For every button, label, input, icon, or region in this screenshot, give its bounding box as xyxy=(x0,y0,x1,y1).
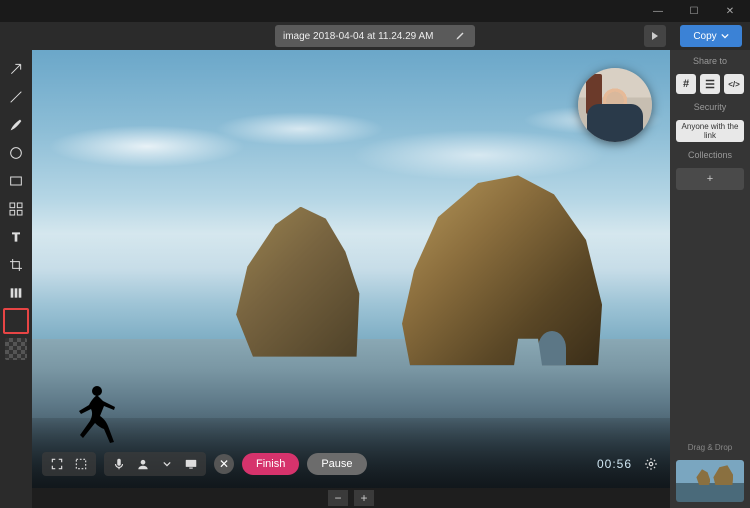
titlebar: — ☐ ✕ xyxy=(0,0,750,22)
filename-field[interactable]: image 2018-04-04 at 11.24.29 AM xyxy=(275,25,475,47)
zoom-out-button[interactable]: − xyxy=(328,490,348,506)
canvas[interactable]: ✕ Finish Pause 00:56 xyxy=(32,50,670,488)
fullscreen-icon[interactable] xyxy=(48,455,66,473)
security-button[interactable]: Anyone with the link xyxy=(676,120,744,142)
rectangle-tool[interactable] xyxy=(3,168,29,194)
blur-tool[interactable] xyxy=(3,196,29,222)
filename-text: image 2018-04-04 at 11.24.29 AM xyxy=(283,31,433,42)
crop-tool[interactable] xyxy=(3,252,29,278)
brush-tool[interactable] xyxy=(3,112,29,138)
mic-icon[interactable] xyxy=(110,455,128,473)
close-recorder-button[interactable]: ✕ xyxy=(214,454,234,474)
copy-button[interactable]: Copy xyxy=(680,25,742,47)
zoom-bar: − + xyxy=(32,488,670,508)
add-collection-button[interactable]: + xyxy=(676,168,744,190)
share-trello[interactable]: ☰ xyxy=(700,74,720,94)
finish-button[interactable]: Finish xyxy=(242,453,299,475)
share-embed[interactable]: </> xyxy=(724,74,744,94)
text-tool[interactable] xyxy=(3,224,29,250)
rec-tools-left xyxy=(42,452,96,476)
copy-label: Copy xyxy=(693,31,716,42)
play-button[interactable] xyxy=(644,25,666,47)
zoom-in-button[interactable]: + xyxy=(354,490,374,506)
toolbar xyxy=(0,50,32,508)
collections-label: Collections xyxy=(688,150,732,160)
pause-button[interactable]: Pause xyxy=(307,453,366,475)
close-button[interactable]: ✕ xyxy=(714,1,746,21)
rec-tools-mid xyxy=(104,452,206,476)
thumbnail[interactable] xyxy=(676,460,744,502)
dragdrop-label: Drag & Drop xyxy=(688,443,732,452)
share-row: # ☰ </> xyxy=(676,74,744,94)
minimize-button[interactable]: — xyxy=(642,1,674,21)
line-tool[interactable] xyxy=(3,84,29,110)
canvas-area: ✕ Finish Pause 00:56 − + xyxy=(32,50,670,508)
sidebar: Share to # ☰ </> Security Anyone with th… xyxy=(670,50,750,508)
header-bar: image 2018-04-04 at 11.24.29 AM Copy xyxy=(0,22,750,50)
recording-bar: ✕ Finish Pause 00:56 xyxy=(32,446,670,482)
arrow-tool[interactable] xyxy=(3,56,29,82)
maximize-button[interactable]: ☐ xyxy=(678,1,710,21)
security-label: Security xyxy=(694,102,727,112)
webcam-overlay[interactable] xyxy=(578,68,652,142)
share-slack[interactable]: # xyxy=(676,74,696,94)
ellipse-tool[interactable] xyxy=(3,140,29,166)
region-icon[interactable] xyxy=(72,455,90,473)
transparency-tool[interactable] xyxy=(5,338,27,360)
runner-silhouette xyxy=(67,383,121,450)
share-label: Share to xyxy=(693,56,727,66)
pencil-icon[interactable] xyxy=(455,29,467,44)
chevron-down-icon[interactable] xyxy=(158,455,176,473)
color-swatch[interactable] xyxy=(3,308,29,334)
settings-icon[interactable] xyxy=(642,455,660,473)
screen-icon[interactable] xyxy=(182,455,200,473)
recording-timer: 00:56 xyxy=(597,457,632,471)
webcam-icon[interactable] xyxy=(134,455,152,473)
columns-tool[interactable] xyxy=(3,280,29,306)
